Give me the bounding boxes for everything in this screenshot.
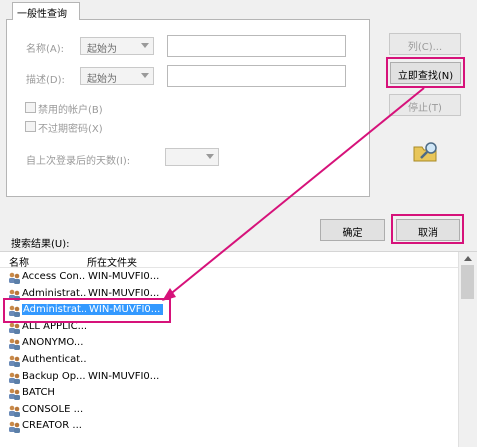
tab-general-query[interactable]: 一般性查询 <box>12 2 80 20</box>
annotation-arrow <box>162 87 425 301</box>
